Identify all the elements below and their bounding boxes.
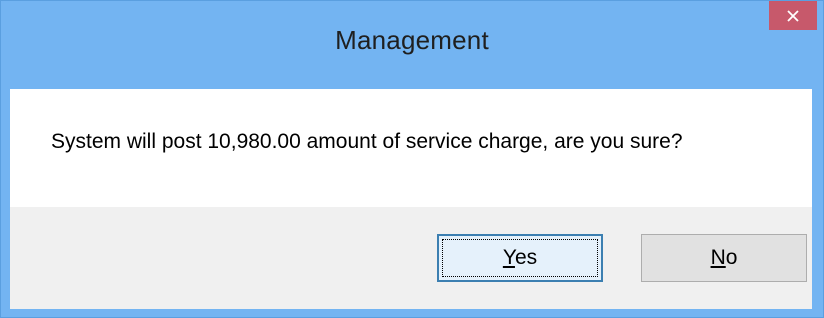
title-bar[interactable]: Management xyxy=(1,1,823,89)
yes-label-rest: es xyxy=(514,246,538,269)
yes-button[interactable]: Yes xyxy=(437,234,603,282)
no-label-rest: o xyxy=(725,246,738,269)
no-mnemonic: N xyxy=(710,246,726,269)
dialog-title: Management xyxy=(335,25,489,55)
message-area: System will post 10,980.00 amount of ser… xyxy=(10,89,812,207)
button-bar: Yes No xyxy=(10,207,812,309)
close-icon xyxy=(787,9,799,22)
close-button[interactable] xyxy=(769,1,817,30)
message-dialog: Management System will post 10,980.00 am… xyxy=(0,0,824,318)
confirmation-message: System will post 10,980.00 amount of ser… xyxy=(51,130,683,153)
no-button-label: No xyxy=(711,246,738,270)
yes-button-label: Yes xyxy=(503,246,537,270)
yes-mnemonic: Y xyxy=(502,246,515,269)
no-button[interactable]: No xyxy=(641,234,807,282)
